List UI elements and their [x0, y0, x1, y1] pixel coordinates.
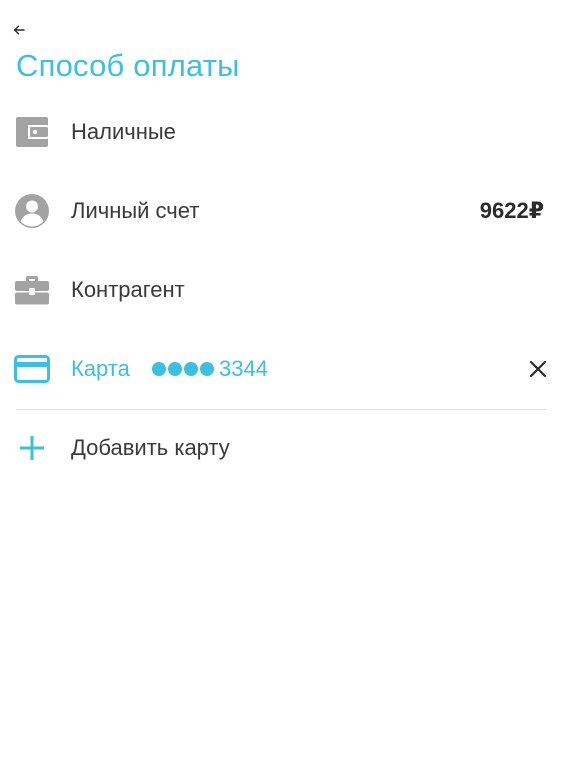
divider	[16, 409, 546, 410]
back-button[interactable]	[8, 20, 30, 40]
payment-option-label: Наличные	[71, 119, 176, 144]
payment-method-screen: Способ оплаты Наличные Личный счет 9622₽	[0, 0, 576, 768]
mask-dot	[152, 362, 166, 376]
credit-card-icon	[14, 351, 50, 387]
back-arrow-icon	[13, 25, 25, 35]
mask-dot	[200, 362, 214, 376]
payment-option-label: Личный счет	[71, 198, 200, 223]
add-card-button[interactable]: Добавить карту	[0, 420, 576, 476]
account-balance: 9622₽	[479, 198, 544, 223]
mask-dot	[184, 362, 198, 376]
card-mask-dots	[152, 362, 214, 376]
briefcase-icon	[14, 272, 50, 308]
payment-option-counterparty[interactable]: Контрагент	[0, 262, 576, 318]
mask-dot	[168, 362, 182, 376]
payment-option-label: Карта	[71, 356, 130, 381]
plus-icon	[14, 430, 50, 466]
page-title: Способ оплаты	[16, 48, 240, 83]
payment-option-card[interactable]: Карта 3344	[0, 341, 576, 397]
account-icon	[14, 193, 50, 229]
payment-option-personal-account[interactable]: Личный счет 9622₽	[0, 183, 576, 239]
remove-card-button[interactable]	[526, 357, 550, 381]
wallet-icon	[14, 114, 50, 150]
payment-option-label: Контрагент	[71, 277, 185, 302]
card-last-digits: 3344	[219, 356, 268, 381]
close-icon	[529, 360, 547, 378]
payment-option-cash[interactable]: Наличные	[0, 104, 576, 160]
add-card-label: Добавить карту	[71, 435, 230, 460]
